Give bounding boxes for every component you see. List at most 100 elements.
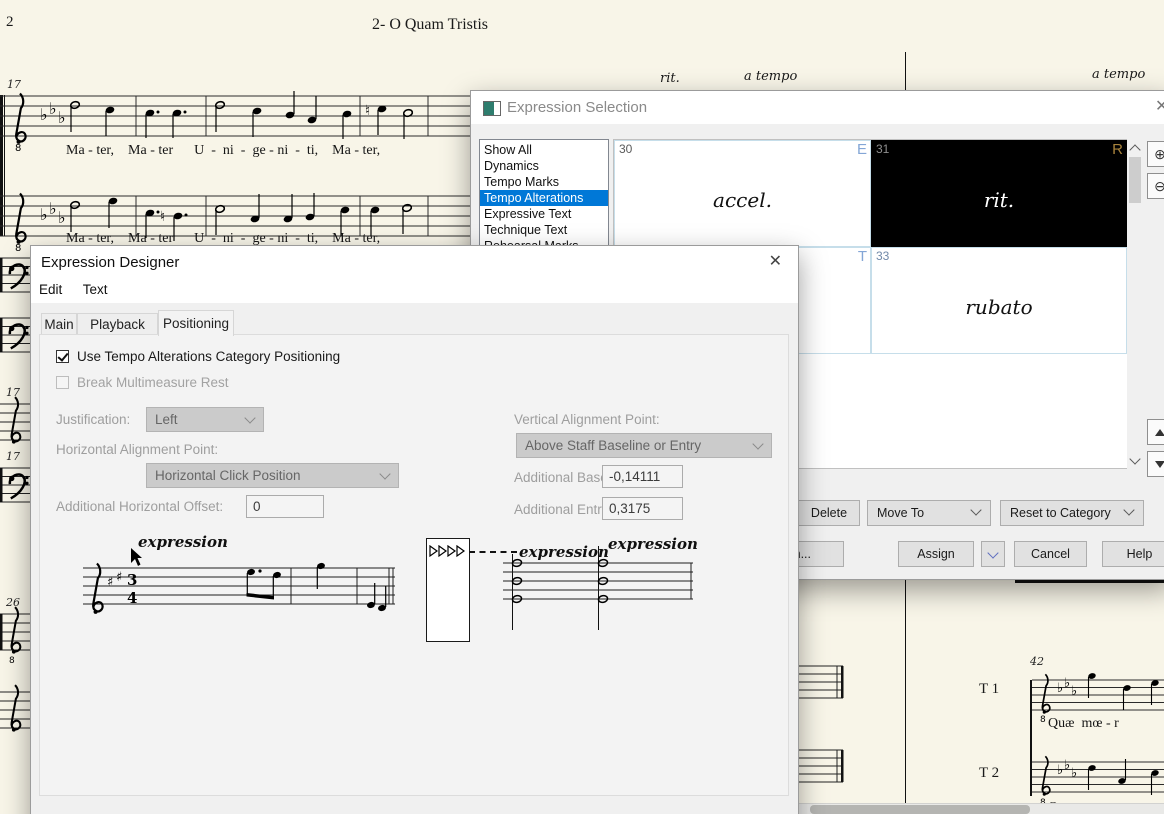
a-tempo-marking-2: a tempo	[1092, 67, 1146, 82]
tab-playback[interactable]: Playback	[77, 313, 158, 335]
staff-stub-empty-1	[797, 665, 844, 699]
positioning-tab-page	[39, 334, 789, 796]
svg-text:♭: ♭	[1057, 681, 1063, 696]
finale-app-window: 2 2- O Quam Tristis 17 rit. a tempo a te…	[0, 0, 1164, 814]
staff-label-t1: T 1	[979, 681, 1000, 697]
svg-text:8: 8	[15, 243, 21, 252]
zoom-out-button[interactable]: ⊖	[1147, 173, 1164, 199]
staff-stub-treble-1	[0, 396, 30, 445]
expression-cell-31-selected[interactable]: 31 rit. R	[871, 140, 1127, 247]
category-item-expressive-text[interactable]: Expressive Text	[480, 206, 608, 222]
svg-text:♭: ♭	[49, 199, 57, 218]
tab-main[interactable]: Main	[41, 313, 77, 335]
use-category-positioning-checkbox[interactable]	[56, 350, 69, 363]
menu-text[interactable]: Text	[75, 279, 116, 300]
justification-dropdown[interactable]: Left	[146, 407, 264, 432]
lyrics-line-1: Ma - ter, Ma - ter U - ni - ge - ni - ti…	[66, 143, 381, 158]
designer-dialog-title: Expression Designer	[41, 254, 180, 271]
metatool-letter: E	[856, 141, 867, 158]
a-tempo-marking: a tempo	[744, 69, 798, 84]
horizontal-scrollbar-thumb[interactable]	[810, 805, 1030, 814]
triangle-down-icon	[1155, 460, 1164, 468]
designer-titlebar[interactable]: Expression Designer ✕	[31, 246, 798, 279]
scroll-up-icon[interactable]	[1127, 141, 1143, 156]
expression-designer-dialog: Expression Designer ✕ Edit Text Main Pla…	[30, 245, 799, 814]
baseline-offset-input[interactable]: -0,14111	[602, 465, 683, 488]
chevron-down-icon	[987, 547, 999, 559]
reset-to-category-dropdown[interactable]: Reset to Category	[1000, 500, 1144, 526]
cell-expression-text: rit.	[983, 187, 1015, 212]
staff-t1: 8 ♭ ♭♭	[1032, 673, 1164, 722]
help-button[interactable]: Help	[1102, 541, 1164, 567]
designer-menubar: Edit Text	[31, 279, 798, 303]
chevron-down-icon	[970, 504, 982, 516]
checkmark-icon	[57, 350, 69, 362]
lyrics-t1: Quæ mœ - r	[1048, 716, 1119, 731]
svg-text:♭: ♭	[1071, 766, 1077, 781]
assign-button[interactable]: Assign	[898, 541, 974, 567]
zoom-in-icon: ⊕	[1154, 145, 1164, 162]
cell-number: 33	[876, 249, 890, 263]
grid-scrollbar-thumb[interactable]	[1129, 157, 1141, 203]
move-to-dropdown[interactable]: Move To	[867, 500, 991, 526]
score-page-number: 2	[6, 14, 14, 30]
svg-text:8: 8	[1040, 715, 1046, 722]
svg-text:♭: ♭	[40, 105, 48, 124]
staff-label-t2: T 2	[979, 765, 1000, 781]
cell-number: 30	[619, 142, 633, 156]
staff-stub-bass-2	[0, 317, 30, 353]
vertical-alignment-dropdown[interactable]: Above Staff Baseline or Entry	[516, 433, 772, 458]
category-item-tempo-marks[interactable]: Tempo Marks	[480, 174, 608, 190]
expression-cell-33[interactable]: 33 rubato	[871, 247, 1127, 354]
svg-text:♭: ♭	[49, 99, 57, 118]
metatool-letter: T	[857, 248, 867, 265]
close-icon[interactable]: ✕	[1155, 97, 1164, 117]
horizontal-offset-input[interactable]: 0	[246, 495, 324, 518]
category-item-tempo-alterations[interactable]: Tempo Alterations	[480, 190, 608, 206]
zoom-out-icon: ⊖	[1154, 177, 1164, 194]
svg-text:♮: ♮	[365, 103, 370, 119]
chevron-down-icon	[379, 468, 391, 480]
zoom-in-button[interactable]: ⊕	[1147, 141, 1164, 167]
chevron-down-icon	[1123, 504, 1135, 516]
selection-titlebar[interactable]: Expression Selection ✕	[471, 91, 1164, 124]
cell-expression-text: accel.	[713, 187, 772, 212]
handle-rectangle[interactable]	[426, 538, 470, 642]
scroll-down-icon[interactable]	[1127, 453, 1143, 467]
metatool-letter: R	[1112, 141, 1123, 158]
cancel-button[interactable]: Cancel	[1014, 541, 1087, 567]
cell-expression-text: rubato	[965, 294, 1033, 319]
grid-scrollbar[interactable]	[1127, 139, 1143, 469]
svg-text:8: 8	[9, 656, 15, 664]
break-multimeasure-rest-checkbox[interactable]	[56, 376, 69, 389]
category-item-technique-text[interactable]: Technique Text	[480, 222, 608, 238]
barline-lower	[905, 578, 906, 805]
menu-edit[interactable]: Edit	[31, 279, 70, 300]
horizontal-alignment-dropdown[interactable]: Horizontal Click Position	[146, 463, 399, 488]
staff-stub-treble-2: 8	[0, 606, 30, 664]
chevron-down-icon	[244, 412, 256, 424]
svg-text:♭: ♭	[1057, 763, 1063, 778]
category-item-dynamics[interactable]: Dynamics	[480, 158, 608, 174]
staff-stub-treble-3	[0, 684, 30, 733]
svg-text:♭: ♭	[1071, 684, 1077, 699]
selection-dialog-title: Expression Selection	[507, 99, 648, 116]
svg-text:8: 8	[15, 143, 21, 152]
expression-cell-30[interactable]: 30 accel. E	[614, 140, 871, 247]
svg-text:♭: ♭	[40, 205, 48, 224]
close-icon[interactable]: ✕	[769, 252, 782, 272]
staff-stub-bass-3	[0, 467, 30, 503]
staff-t2: 8 ♭ ♭♭	[1032, 755, 1164, 806]
entry-offset-input[interactable]: 0,3175	[602, 497, 683, 520]
move-down-button[interactable]	[1147, 451, 1164, 477]
triangle-handles-icon	[429, 545, 466, 558]
assign-split-dropdown[interactable]	[981, 541, 1005, 567]
staff-stub-bass-1	[0, 257, 30, 293]
category-item-show-all[interactable]: Show All	[480, 142, 608, 158]
tab-positioning[interactable]: Positioning	[158, 310, 234, 336]
chevron-down-icon	[752, 438, 764, 450]
move-up-button[interactable]	[1147, 419, 1164, 445]
svg-text:♭: ♭	[1064, 676, 1070, 691]
cell-number: 31	[876, 142, 890, 156]
delete-button[interactable]: Delete	[798, 500, 860, 526]
